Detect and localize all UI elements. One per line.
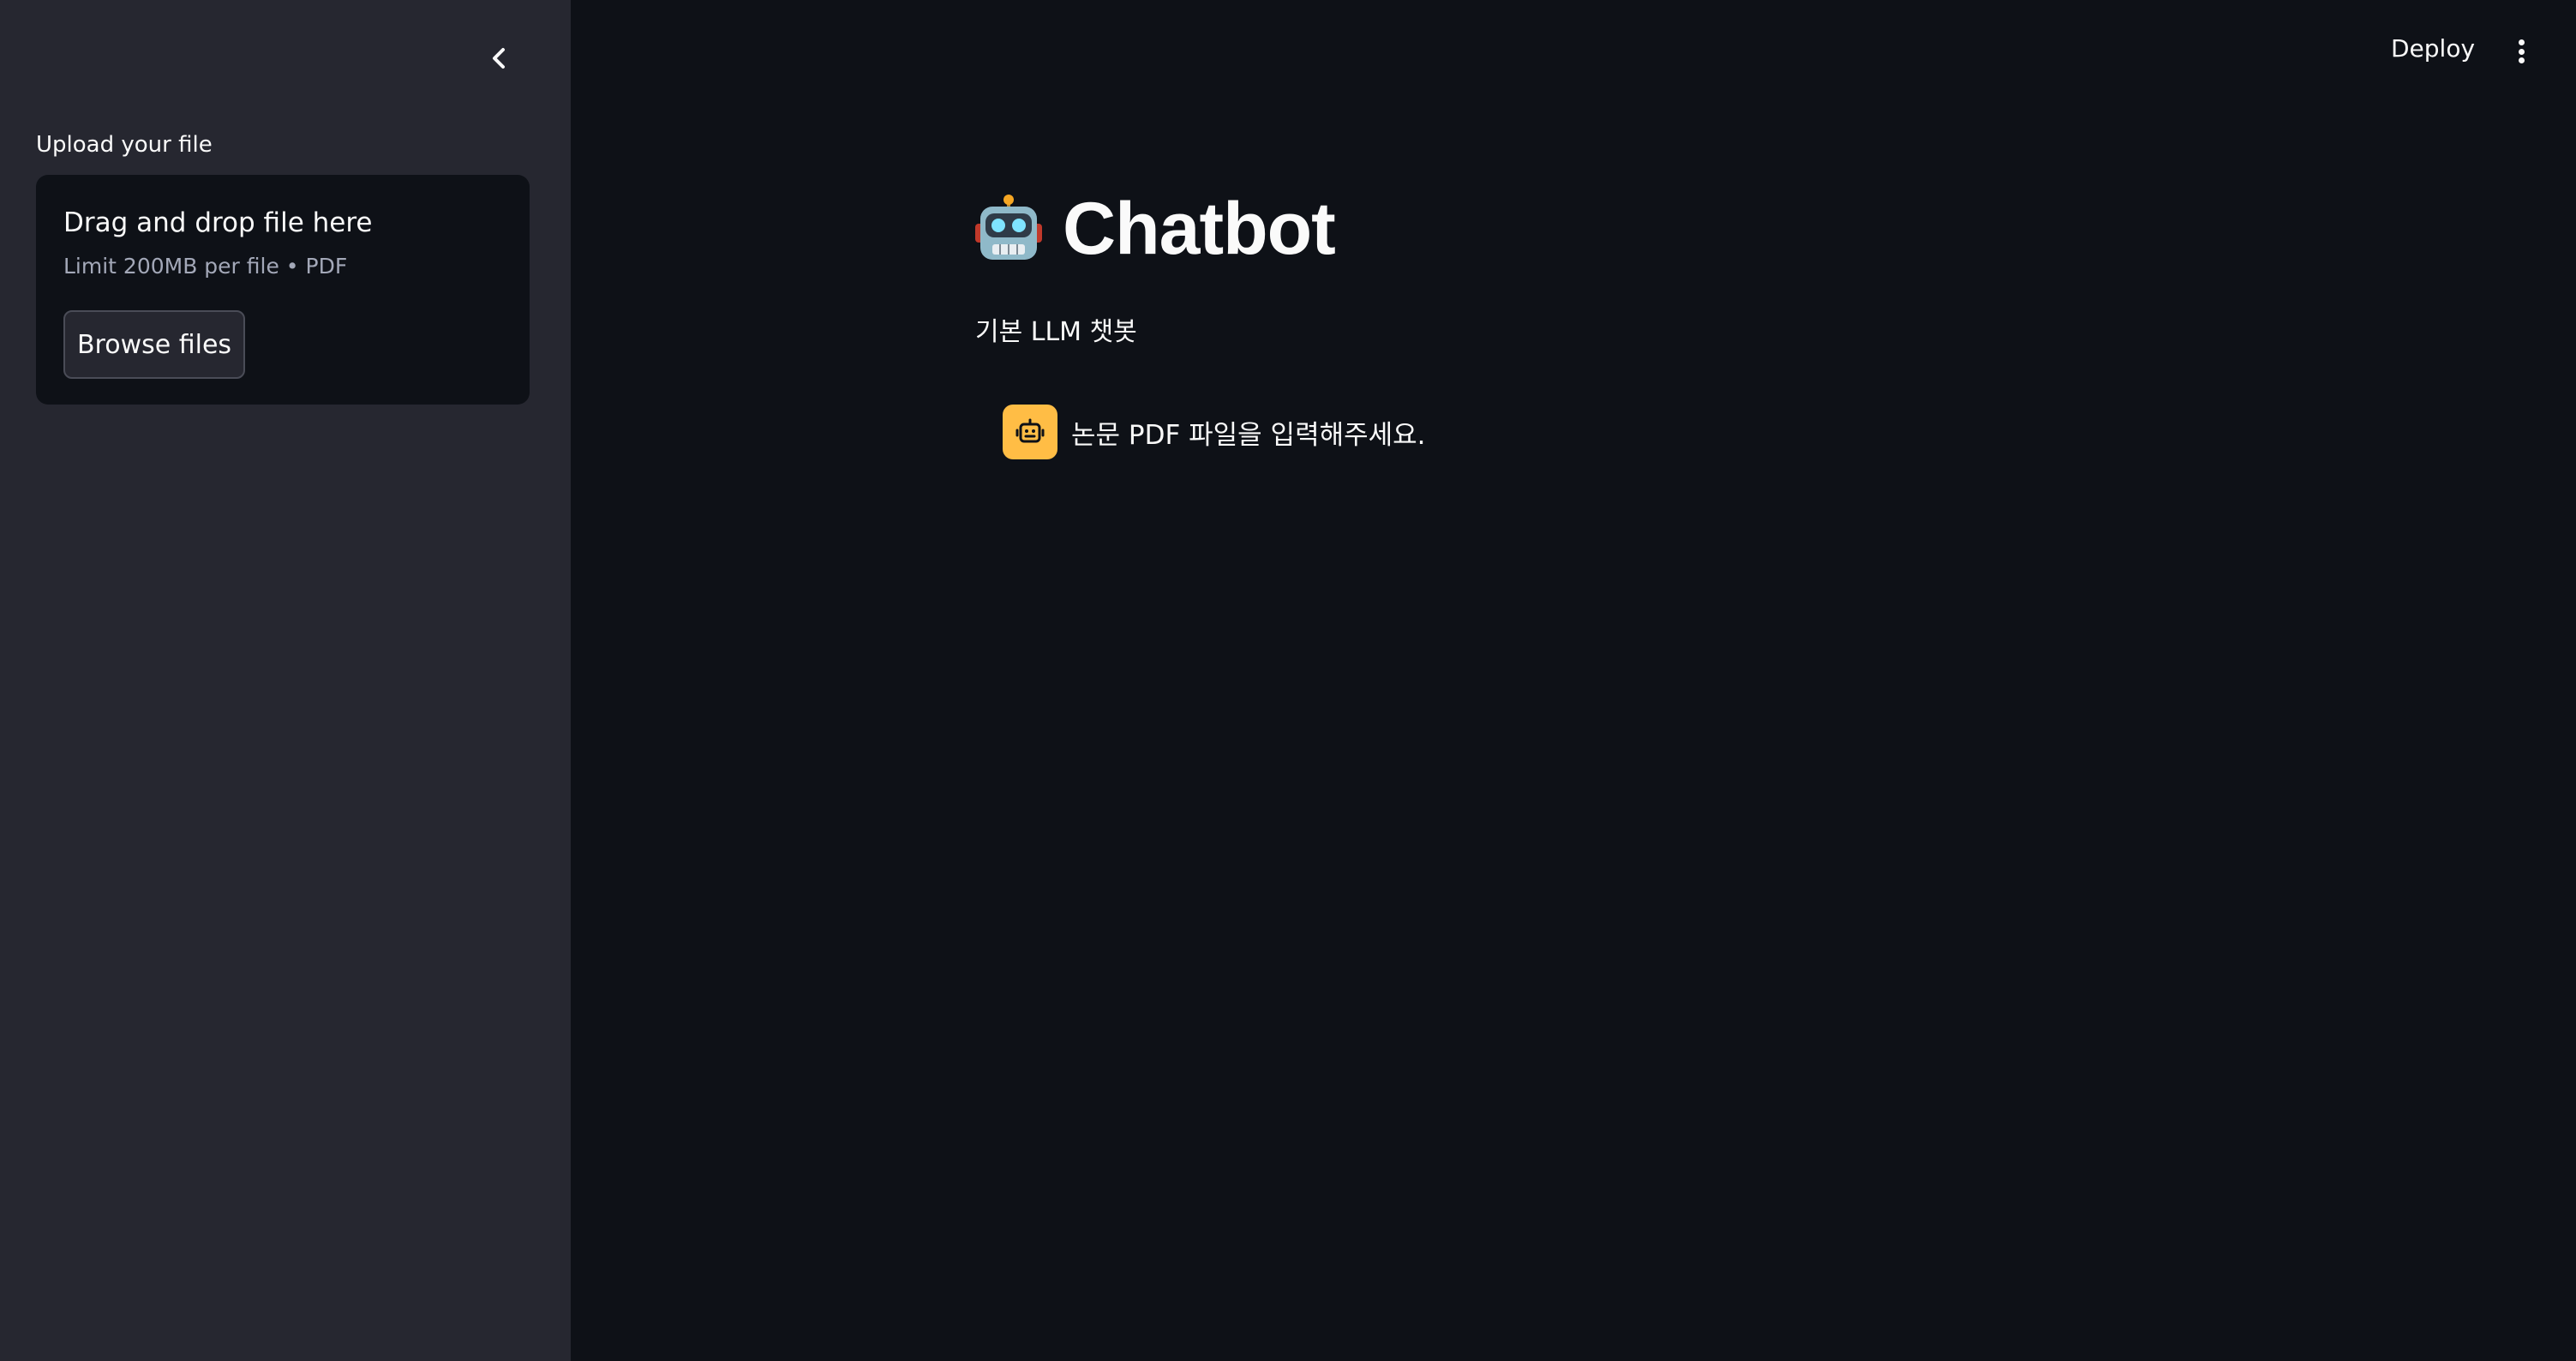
assistant-avatar xyxy=(1003,405,1057,459)
dropzone-title: Drag and drop file here xyxy=(63,207,373,238)
file-dropzone[interactable]: Drag and drop file here Limit 200MB per … xyxy=(36,175,530,405)
app-root: Upload your file Drag and drop file here… xyxy=(0,0,2576,1361)
kebab-dot xyxy=(2518,57,2525,63)
browse-files-button[interactable]: Browse files xyxy=(63,310,245,379)
robot-face-icon xyxy=(1015,418,1045,443)
sidebar: Upload your file Drag and drop file here… xyxy=(0,0,571,1361)
kebab-dot xyxy=(2518,48,2525,55)
chat-message: 논문 PDF 파일을 입력해주세요. xyxy=(1003,405,1426,459)
dropzone-limit-text: Limit 200MB per file • PDF xyxy=(63,254,348,279)
main-menu-button[interactable] xyxy=(2506,34,2537,69)
chat-message-text: 논문 PDF 파일을 입력해주세요. xyxy=(1071,419,1426,451)
collapse-sidebar-button[interactable] xyxy=(480,39,518,77)
kebab-menu-icon xyxy=(2518,39,2525,45)
robot-emoji-icon xyxy=(975,194,1042,260)
upload-label: Upload your file xyxy=(36,132,213,158)
deploy-button[interactable]: Deploy xyxy=(2391,34,2475,63)
page-title-text: Chatbot xyxy=(1063,188,1336,270)
page-title: Chatbot xyxy=(973,187,1336,272)
page-subtitle: 기본 LLM 챗봇 xyxy=(975,317,1137,347)
chevron-left-icon xyxy=(493,48,505,69)
